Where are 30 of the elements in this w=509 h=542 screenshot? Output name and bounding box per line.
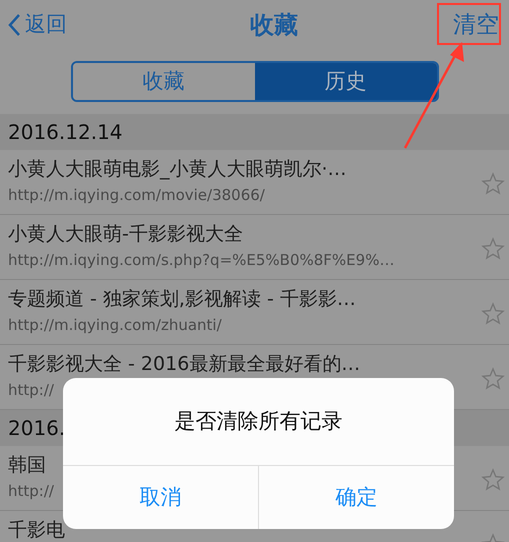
confirm-button[interactable]: 确定 [258,466,454,529]
page-url: http:// [8,380,54,401]
history-row[interactable]: 专题频道 - 独家策划,影视解读 - 千影影… http://m.iqying.com/zhuanti/ [0,280,509,345]
page-url: http://m.iqying.com/s.php?q=%E5%B0%8F%E9%… [8,250,394,271]
cancel-button[interactable]: 取消 [63,466,258,529]
page-url: http://m.iqying.com/zhuanti/ [8,315,222,336]
section-date: 2016. [8,415,66,442]
star-icon[interactable] [481,172,505,196]
back-button[interactable]: 返回 [8,9,67,41]
page-title: 韩国 [8,453,46,478]
clear-button[interactable]: 清空 [451,8,501,42]
star-icon[interactable] [481,468,505,492]
history-row[interactable]: 小黄人大眼萌电影_小黄人大眼萌凯尔·… http://m.iqying.com/movie/38066/ [0,150,509,215]
page-url: http://m.iqying.com/movie/38066/ [8,185,265,206]
star-icon[interactable] [481,367,505,391]
section-date: 2016.12.14 [8,119,123,146]
page-title: 专题频道 - 独家策划,影视解读 - 千影影… [8,287,356,312]
history-row[interactable]: 小黄人大眼萌-千影影视大全 http://m.iqying.com/s.php?q=%E5%B0%8F%E9%… [0,215,509,280]
page-url: http:// [8,481,54,502]
page-title: 小黄人大眼萌-千影影视大全 [8,222,243,247]
page-title: 千影影视大全 - 2016最新最全最好看的… [8,352,360,377]
star-icon[interactable] [481,302,505,326]
dialog-message: 是否清除所有记录 [174,408,342,435]
annotation-box [437,3,501,45]
screen-title: 收藏 [250,10,298,41]
page-title: 小黄人大眼萌电影_小黄人大眼萌凯尔·… [8,157,347,182]
chevron-left-icon [8,13,21,37]
page-title: 千影电 [8,518,65,542]
segment-tab[interactable]: 历史 [254,63,436,100]
star-icon[interactable] [481,237,505,261]
